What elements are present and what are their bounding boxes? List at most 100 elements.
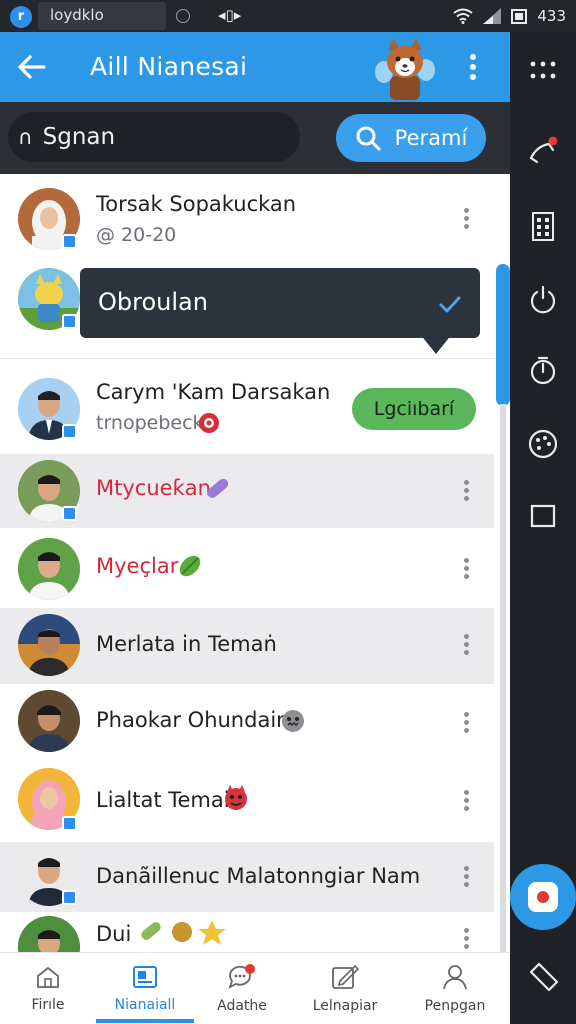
app-icon: r: [10, 6, 32, 28]
chat-icon: [228, 964, 255, 989]
list-item[interactable]: Dui: [0, 912, 494, 952]
divider: [0, 358, 494, 359]
timer-icon[interactable]: [527, 354, 559, 386]
contact-name: Lialtat Temai: [96, 788, 230, 812]
nav-label: Firıle: [31, 997, 65, 1013]
profile-icon: [443, 965, 467, 990]
status-badge: [62, 890, 77, 905]
check-icon: [439, 296, 461, 313]
row-more-icon[interactable]: [462, 866, 470, 888]
nav-label: Penpgan: [424, 998, 486, 1014]
row-more-icon[interactable]: [462, 790, 470, 812]
list-item[interactable]: Carym 'Kam Darsakan trnopebeck Lgciıbarí: [0, 370, 494, 452]
search-input[interactable]: ∩ Sgnan: [8, 112, 300, 162]
row-more-icon[interactable]: [462, 558, 470, 580]
avatar: [18, 690, 80, 752]
avatar: [18, 614, 80, 676]
row-more-icon[interactable]: [462, 634, 470, 656]
contact-subtitle: @ 20-20: [96, 224, 177, 246]
row-more-icon[interactable]: [462, 712, 470, 734]
clock: 433: [537, 7, 566, 25]
avatar: [18, 916, 80, 952]
signal-icon: [483, 8, 502, 24]
status-badge: [62, 506, 77, 521]
phone-call-icon[interactable]: [527, 136, 559, 168]
search-bar: ∩ Sgnan Peramí: [0, 102, 510, 174]
list-item[interactable]: Merlata in Temaṅ: [0, 608, 494, 684]
back-arrow-icon[interactable]: [16, 52, 48, 82]
contact-name: Merlata in Temaṅ: [96, 632, 277, 656]
status-badge: [62, 424, 77, 439]
nav-item-profile[interactable]: Penpgan: [400, 953, 510, 1024]
nav-label: Lelnapiar: [312, 998, 378, 1014]
contact-list: Torsak Sopakuckan @ 20-20 Obroulan Carym…: [0, 174, 510, 952]
nav-label: Adathe: [217, 998, 267, 1014]
status-bar: r loydklo ◂▯▸ 433: [0, 0, 576, 32]
list-item[interactable]: Torsak Sopakuckan @ 20-20: [0, 174, 494, 268]
status-indicators: 433: [453, 6, 566, 26]
vibrate-icon: ◂▯▸: [218, 6, 242, 24]
search-prefix-icon: ∩: [18, 125, 33, 149]
leaf-sticker-icon: [179, 555, 201, 577]
list-item[interactable]: Mtycueƙan: [0, 454, 494, 528]
stickers-icon: [141, 920, 226, 945]
search-button-label: Peramí: [394, 126, 468, 150]
bubble-tail: [420, 334, 452, 354]
nav-item-contacts[interactable]: Nianaiall: [96, 953, 194, 1024]
status-badge: [62, 314, 77, 329]
nav-label: Nianaiall: [114, 997, 176, 1013]
contact-name: Phaokar Ohundain: [96, 708, 290, 732]
capsule-sticker-icon: [207, 478, 229, 498]
contact-subtitle: trnopebeck: [96, 412, 204, 434]
status-badge: [62, 234, 77, 249]
list-item[interactable]: Danãillenuc Malatonngiar Nam: [0, 842, 494, 912]
contact-name: Obroulan: [98, 288, 208, 316]
record-fab[interactable]: [510, 864, 576, 930]
scrollbar-thumb[interactable]: [496, 264, 510, 406]
selected-contact-bubble[interactable]: Obroulan: [80, 268, 480, 354]
tag-icon[interactable]: [527, 962, 559, 994]
contact-name: Carym 'Kam Darsakan: [96, 380, 331, 404]
apps-grid-icon[interactable]: [527, 54, 559, 86]
status-app-name: loydklo: [50, 6, 104, 24]
devil-sticker-icon: [225, 785, 247, 810]
page-title: Aill Nianesai: [90, 52, 248, 81]
palette-icon[interactable]: [527, 428, 559, 460]
login-button[interactable]: Lgciıbarí: [352, 388, 476, 430]
scrollbar-track[interactable]: [500, 404, 506, 952]
square-icon[interactable]: [527, 500, 559, 532]
search-icon: [356, 126, 381, 151]
contact-name: Danãillenuc Malatonngiar Nam: [96, 864, 421, 888]
row-more-icon[interactable]: [462, 928, 470, 950]
row-more-icon[interactable]: [462, 208, 470, 230]
nav-item-edit[interactable]: Lelnapiar: [290, 953, 400, 1024]
list-item[interactable]: Phaokar Ohundain: [0, 684, 494, 762]
status-app-tab: loydklo: [38, 2, 166, 30]
contact-name: Myeçlar: [96, 554, 179, 578]
building-icon[interactable]: [527, 210, 559, 242]
power-icon[interactable]: [527, 284, 559, 316]
cat-mascot-icon: [375, 38, 435, 100]
search-input-value: Sgnan: [42, 124, 116, 150]
more-options-icon[interactable]: [466, 54, 480, 82]
edit-icon: [332, 964, 359, 989]
nav-item-chat[interactable]: Adathe: [194, 953, 290, 1024]
wifi-icon: [453, 8, 473, 24]
search-button[interactable]: Peramí: [336, 114, 486, 162]
login-button-label: Lgciıbarí: [373, 398, 455, 420]
contacts-icon: [133, 966, 157, 988]
list-item[interactable]: Myeçlar: [0, 530, 494, 608]
status-badge: [62, 816, 77, 831]
heart-sticker-icon: [199, 413, 219, 433]
battery-icon: [511, 9, 528, 24]
record-icon: [528, 882, 558, 912]
row-more-icon[interactable]: [462, 480, 470, 502]
contact-name: Torsak Sopakuckan: [96, 192, 297, 216]
nav-active-indicator: [96, 1019, 194, 1023]
contact-name: Dui: [96, 922, 132, 946]
monster-sticker-icon: [282, 710, 304, 732]
list-item[interactable]: Lialtat Temai: [0, 762, 494, 842]
nav-item-home[interactable]: Firıle: [0, 953, 96, 1024]
avatar: [18, 538, 80, 600]
contact-name: Mtycueƙan: [96, 476, 211, 500]
